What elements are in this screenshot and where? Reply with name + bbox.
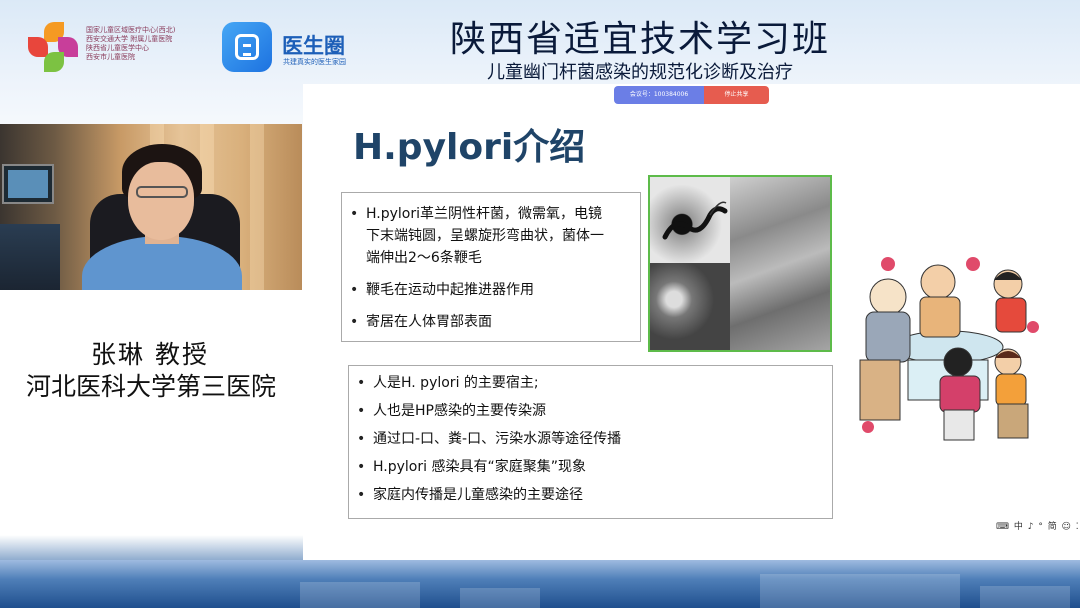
hospital-logo-text: 国家儿童区域医疗中心(西北) 西安交通大学 附属儿童医院 陕西省儿童医学中心 西… — [86, 26, 176, 61]
bottom-banner — [0, 560, 1080, 608]
platform-slogan: 共建真实的医生家园 — [283, 58, 346, 66]
background-monitor — [2, 164, 54, 204]
speaker-video — [0, 124, 302, 290]
bullet-morphology-cont2: 端伸出2～6条鞭毛 — [366, 250, 482, 266]
speaker-name: 张琳 教授 — [91, 340, 209, 369]
bullet-family-cluster: H.pylori 感染具有“家庭聚集”现象 — [357, 456, 586, 478]
family-dinner-illustration — [859, 257, 1039, 441]
bullet-source: 人也是HP感染的主要传染源 — [357, 400, 546, 422]
hospital-logo — [28, 22, 80, 72]
bullet-flagella: 鞭毛在运动中起推进器作用 — [350, 279, 534, 301]
bullet-morphology: H.pylori革兰阴性杆菌，微需氧，电镜 — [350, 203, 602, 225]
bullet-host: 人是H. pylori 的主要宿主; — [357, 372, 539, 394]
stop-share-button[interactable]: 停止共享 — [704, 86, 769, 104]
screen-share-bar: 会议号：100384006 停止共享 — [614, 86, 769, 104]
glasses — [136, 186, 188, 198]
meeting-id[interactable]: 会议号：100384006 — [614, 86, 704, 104]
shared-slide: 会议号：100384006 停止共享 H.pylori介绍 H.pylori革兰… — [303, 84, 1080, 560]
microscopy-image — [648, 175, 832, 352]
spiral-bacterium-icon — [662, 201, 728, 240]
background-shelf — [0, 224, 60, 290]
keyboard-icon[interactable]: ⌨ — [996, 522, 1010, 532]
transmission-bullet-box: 人是H. pylori 的主要宿主; 人也是HP感染的主要传染源 通过口-口、粪… — [348, 365, 833, 519]
tray-text: 中 ♪ ° 简 ☺ ⁚ — [1013, 522, 1080, 532]
platform-logo-icon — [222, 22, 272, 72]
sem-colony-image — [650, 263, 730, 350]
course-subtitle: 儿童幽门杆菌感染的规范化诊断及治疗 — [487, 62, 793, 83]
course-title: 陕西省适宜技术学习班 — [449, 19, 830, 60]
speaker-face — [128, 162, 194, 240]
input-method-toolbar[interactable]: ⌨ 中 ♪ ° 简 ☺ ⁚ — [996, 519, 1080, 532]
tissue-section-image — [730, 177, 830, 350]
bullet-family-transmission: 家庭内传播是儿童感染的主要途径 — [357, 484, 583, 506]
speaker-institution: 河北医科大学第三医院 — [25, 372, 276, 401]
bullet-morphology-cont1: 下末端钝圆，呈螺旋形弯曲状，菌体一 — [366, 228, 604, 244]
platform-name: 医生圈 — [282, 34, 345, 58]
slide-title: H.pylori介绍 — [353, 127, 586, 168]
intro-bullet-box: H.pylori革兰阴性杆菌，微需氧，电镜 下末端钝圆，呈螺旋形弯曲状，菌体一 … — [341, 192, 641, 342]
bullet-habitat: 寄居在人体胃部表面 — [350, 311, 492, 333]
bullet-route: 通过口-口、粪-口、污染水源等途径传播 — [357, 428, 621, 450]
header-banner: 国家儿童区域医疗中心(西北) 西安交通大学 附属儿童医院 陕西省儿童医学中心 西… — [0, 0, 1080, 84]
